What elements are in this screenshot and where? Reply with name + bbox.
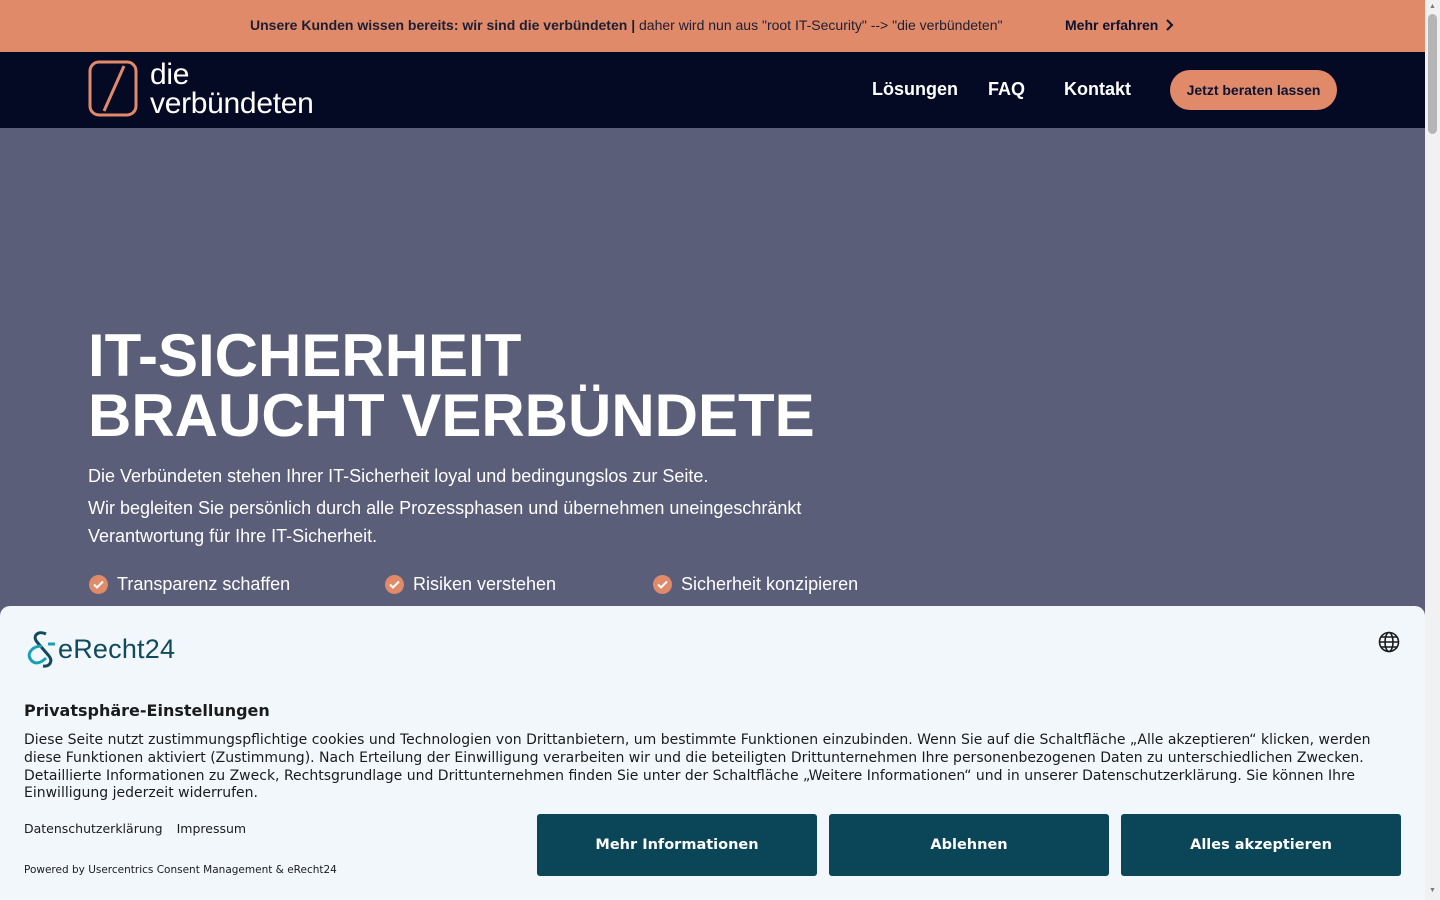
check-circle-icon	[89, 575, 108, 594]
privacy-policy-link[interactable]: Datenschutzerklärung	[24, 821, 163, 836]
consent-title: Privatsphäre-Einstellungen	[24, 701, 270, 720]
check-label: Transparenz schaffen	[117, 574, 291, 594]
scroll-down-icon[interactable]: ▼	[1428, 887, 1437, 895]
announcement-bar: Unsere Kunden wissen bereits: wir sind d…	[0, 0, 1425, 52]
announcement-normal-text: daher wird nun aus "root IT-Security" --…	[635, 17, 1003, 33]
site-header: die verbündeten Lösungen FAQ Kontakt Jet…	[0, 52, 1425, 128]
more-information-button[interactable]: Mehr Informationen	[537, 814, 817, 876]
nav-item-loesungen[interactable]: Lösungen	[872, 79, 958, 100]
accept-all-button[interactable]: Alles akzeptieren	[1121, 814, 1401, 876]
more-info-link[interactable]: Mehr erfahren	[1065, 17, 1174, 33]
check-item: Risiken verstehen	[385, 574, 556, 595]
hero-subtitle: Die Verbündeten stehen Ihrer IT-Sicherhe…	[88, 462, 848, 550]
hero-title: IT-SICHERHEIT BRAUCHT VERBÜNDETE	[88, 326, 815, 446]
check-item: Transparenz schaffen	[89, 574, 290, 595]
check-circle-icon	[653, 575, 672, 594]
cookie-consent-banner: eRecht24 Privatsphäre-Einstellungen Dies…	[0, 606, 1425, 900]
scroll-up-icon[interactable]: ▲	[1428, 3, 1437, 11]
announcement-bold-text: Unsere Kunden wissen bereits: wir sind d…	[250, 17, 636, 33]
main-nav: Lösungen FAQ Kontakt Jetzt beraten lasse…	[0, 52, 1425, 128]
page-scrollbar[interactable]: ▲ ▼	[1425, 0, 1440, 900]
consent-links: Datenschutzerklärung Impressum	[24, 821, 246, 836]
nav-item-faq[interactable]: FAQ	[988, 79, 1025, 100]
nav-item-kontakt[interactable]: Kontakt	[1064, 79, 1131, 100]
check-label: Sicherheit konzipieren	[681, 574, 859, 594]
hero-subtitle-2: Wir begleiten Sie persönlich durch alle …	[88, 498, 802, 546]
announcement-text: Unsere Kunden wissen bereits: wir sind d…	[250, 17, 1002, 33]
check-circle-icon	[385, 575, 404, 594]
chevron-right-icon	[1166, 19, 1174, 31]
check-item: Sicherheit konzipieren	[653, 574, 858, 595]
erecht24-logo-icon	[27, 631, 55, 668]
scrollbar-thumb[interactable]	[1428, 14, 1437, 134]
imprint-link[interactable]: Impressum	[177, 821, 246, 836]
decline-button[interactable]: Ablehnen	[829, 814, 1109, 876]
check-label: Risiken verstehen	[413, 574, 557, 594]
consent-text: Diese Seite nutzt zustimmungspflichtige …	[24, 732, 1371, 802]
more-info-label: Mehr erfahren	[1065, 17, 1159, 33]
erecht24-brand-name: eRecht24	[58, 633, 176, 664]
hero-title-line-1: IT-SICHERHEIT	[88, 322, 522, 389]
globe-icon[interactable]	[1378, 631, 1400, 653]
powered-by-text: Powered by Usercentrics Consent Manageme…	[24, 864, 337, 876]
consultation-button[interactable]: Jetzt beraten lassen	[1170, 70, 1337, 110]
hero-subtitle-1: Die Verbündeten stehen Ihrer IT-Sicherhe…	[88, 466, 709, 486]
hero-title-line-2: BRAUCHT VERBÜNDETE	[88, 382, 815, 449]
erecht24-brand: eRecht24	[24, 630, 175, 668]
